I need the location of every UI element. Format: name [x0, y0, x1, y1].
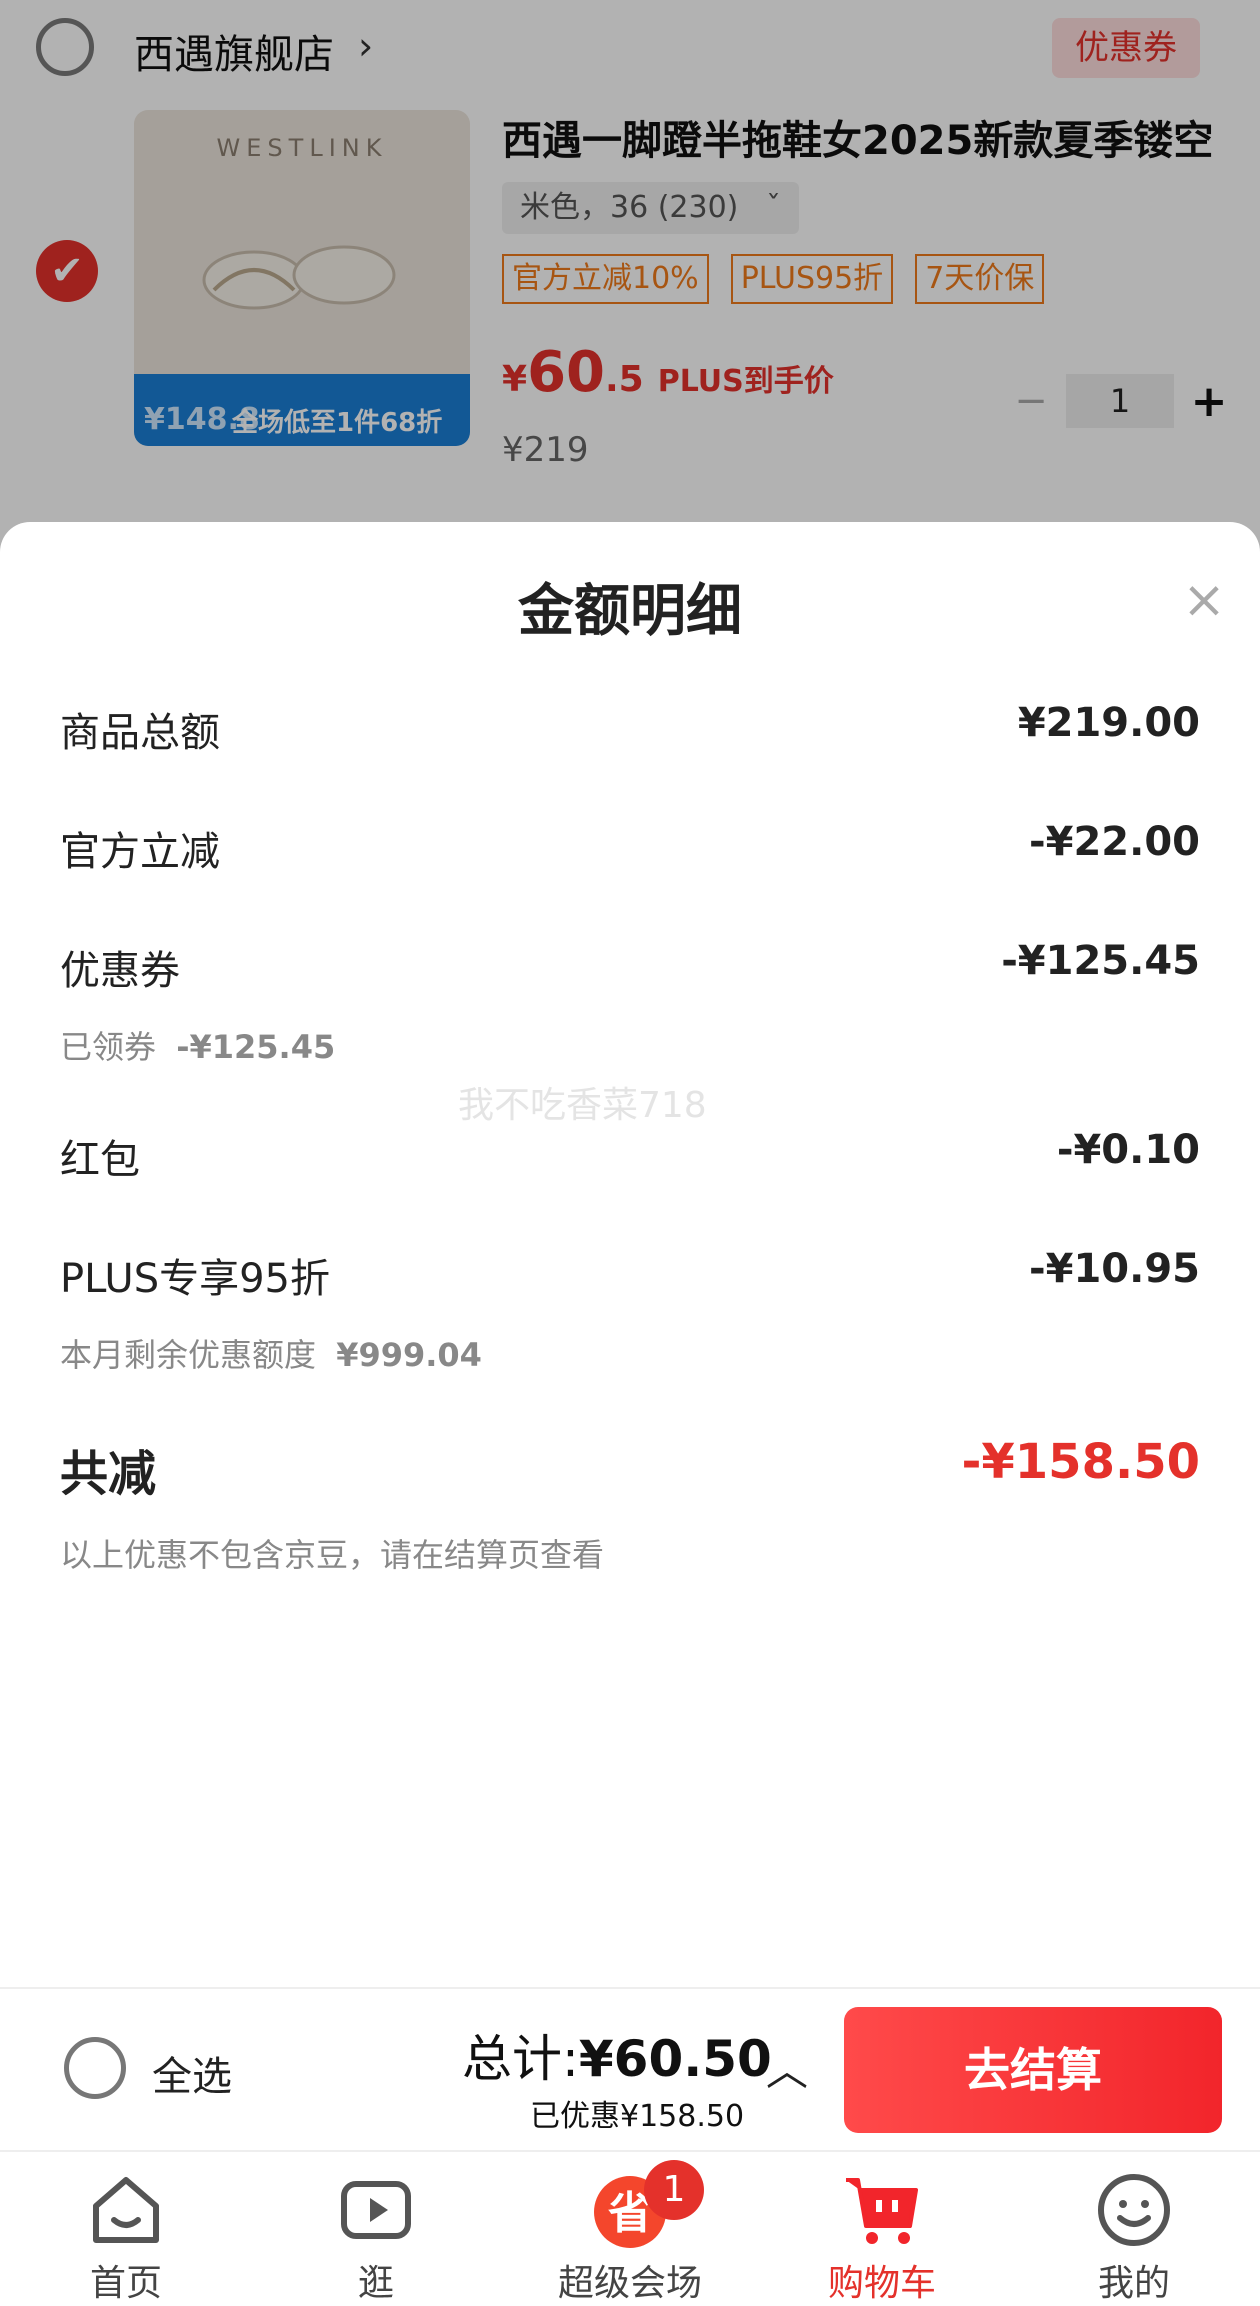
total-amount: 总计:¥60.50	[462, 2019, 772, 2091]
spec-text: 米色，36 (230)	[520, 190, 739, 225]
row-value: -¥0.10	[1056, 1127, 1200, 1173]
plus-price: ¥60.5 PLUS到手价	[502, 340, 834, 405]
row-sub: 本月剩余优惠额度 ¥999.04	[60, 1330, 1200, 1376]
detail-row-official-discount: 官方立减 -¥22.00	[60, 819, 1200, 877]
tab-me[interactable]: 我的	[1034, 2170, 1234, 2306]
tab-label: 超级会场	[557, 2263, 702, 2304]
amount-detail-sheet: 金额明细 × 商品总额 ¥219.00 官方立减 -¥22.00 优惠券 -¥1…	[0, 522, 1260, 1987]
increase-button[interactable]: +	[1184, 376, 1234, 427]
row-value: -¥158.50	[961, 1434, 1200, 1490]
row-value: ¥219.00	[1017, 700, 1200, 746]
product-title[interactable]: 西遇一脚蹬半拖鞋女2025新款夏季镂空	[502, 108, 1242, 166]
checkout-button[interactable]: 去结算	[844, 2007, 1222, 2133]
shoe-illustration	[202, 245, 396, 310]
store-name[interactable]: 西遇旗舰店	[134, 22, 334, 80]
price-decimal: .5	[605, 359, 644, 400]
price-note: PLUS到手价	[657, 364, 834, 399]
tab-browse[interactable]: 逛	[276, 2170, 476, 2306]
row-sub: 已领券 -¥125.45	[60, 1022, 1200, 1068]
select-all-label[interactable]: 全选	[152, 2044, 232, 2102]
detail-row-coupon: 优惠券 -¥125.45 已领券 -¥125.45	[60, 938, 1200, 1068]
tab-label: 我的	[1097, 2263, 1170, 2304]
row-sub-label: 本月剩余优惠额度	[60, 1336, 317, 1374]
decrease-button[interactable]: −	[1006, 378, 1056, 424]
smiley-icon	[1094, 2170, 1174, 2250]
detail-row-total-discount: 共减 -¥158.50 以上优惠不包含京豆，请在结算页查看	[60, 1434, 1200, 1576]
chevron-up-icon[interactable]: ︿	[766, 2037, 808, 2098]
chevron-right-icon: ›	[358, 24, 374, 68]
promo-text: 全场低至1件68折	[232, 408, 443, 438]
item-checked-checkbox[interactable]: ✔	[36, 240, 98, 302]
product-image[interactable]: WESTLINK ¥148.8 全场低至1件68折	[134, 110, 470, 446]
price-currency: ¥	[502, 359, 528, 400]
promo-badge: 官方立减10%	[502, 254, 709, 304]
promo-badge: 7天价保	[915, 254, 1045, 304]
detail-row-plus-discount: PLUS专享95折 -¥10.95 本月剩余优惠额度 ¥999.04	[60, 1246, 1200, 1376]
store-select-radio[interactable]	[36, 18, 94, 76]
row-value: -¥10.95	[1029, 1246, 1200, 1292]
cart-icon	[842, 2170, 922, 2250]
close-icon[interactable]: ×	[1176, 572, 1232, 628]
spec-selector[interactable]: 米色，36 (230) ˇ	[502, 182, 799, 234]
cart-background: 西遇旗舰店 › 优惠券 ✔ WESTLINK ¥148.8 全场低至1件68折 …	[0, 0, 1260, 560]
tab-label: 首页	[89, 2263, 162, 2304]
total-value: ¥60.50	[578, 2030, 772, 2088]
store-coupon-button[interactable]: 优惠券	[1052, 18, 1200, 78]
sheet-title: 金额明细	[518, 579, 742, 644]
tab-home[interactable]: 首页	[26, 2170, 226, 2306]
tab-super-venue[interactable]: 省 1 超级会场	[530, 2160, 730, 2306]
promo-badge: PLUS95折	[730, 254, 894, 304]
row-sub-value: -¥125.45	[176, 1028, 336, 1066]
total-label: 总计:	[462, 2030, 579, 2088]
select-all-radio[interactable]	[64, 2037, 126, 2099]
detail-row-red-packet: 红包 -¥0.10	[60, 1127, 1200, 1185]
price-integer: 60	[527, 340, 605, 405]
quantity-stepper: − 1 +	[1006, 374, 1234, 428]
row-sub-label: 已领券	[60, 1028, 157, 1066]
promo-badges: 官方立减10% PLUS95折 7天价保	[502, 254, 1045, 304]
detail-row-subtotal: 商品总额 ¥219.00	[60, 700, 1200, 758]
chevron-down-icon: ˇ	[765, 190, 781, 225]
row-value: -¥22.00	[1029, 819, 1200, 865]
tab-cart[interactable]: 购物车	[782, 2170, 982, 2306]
product-image-brand: WESTLINK	[216, 134, 388, 162]
product-image-promo: ¥148.8 全场低至1件68折	[134, 374, 470, 446]
bottom-tab-bar: 首页 逛 省 1 超级会场 购物车 我的	[0, 2150, 1260, 2304]
watermark: 我不吃香菜718	[458, 1085, 707, 1126]
tab-label: 购物车	[827, 2263, 936, 2304]
tab-label: 逛	[357, 2263, 394, 2304]
row-label: 红包	[60, 1137, 140, 1183]
original-price: ¥219	[502, 430, 589, 470]
saved-amount: 已优惠¥158.50	[530, 2099, 745, 2134]
quantity-input[interactable]: 1	[1066, 374, 1174, 428]
row-value: -¥125.45	[1001, 938, 1200, 984]
checkout-bar: 全选 总计:¥60.50 已优惠¥158.50 ︿ 去结算	[0, 1987, 1260, 2152]
super-venue-icon: 省 1	[590, 2160, 704, 2250]
video-icon	[336, 2170, 416, 2250]
home-icon	[86, 2170, 166, 2250]
row-sub-value: ¥999.04	[336, 1336, 482, 1374]
notification-badge: 1	[644, 2160, 704, 2220]
total-note: 以上优惠不包含京豆，请在结算页查看	[60, 1536, 605, 1574]
